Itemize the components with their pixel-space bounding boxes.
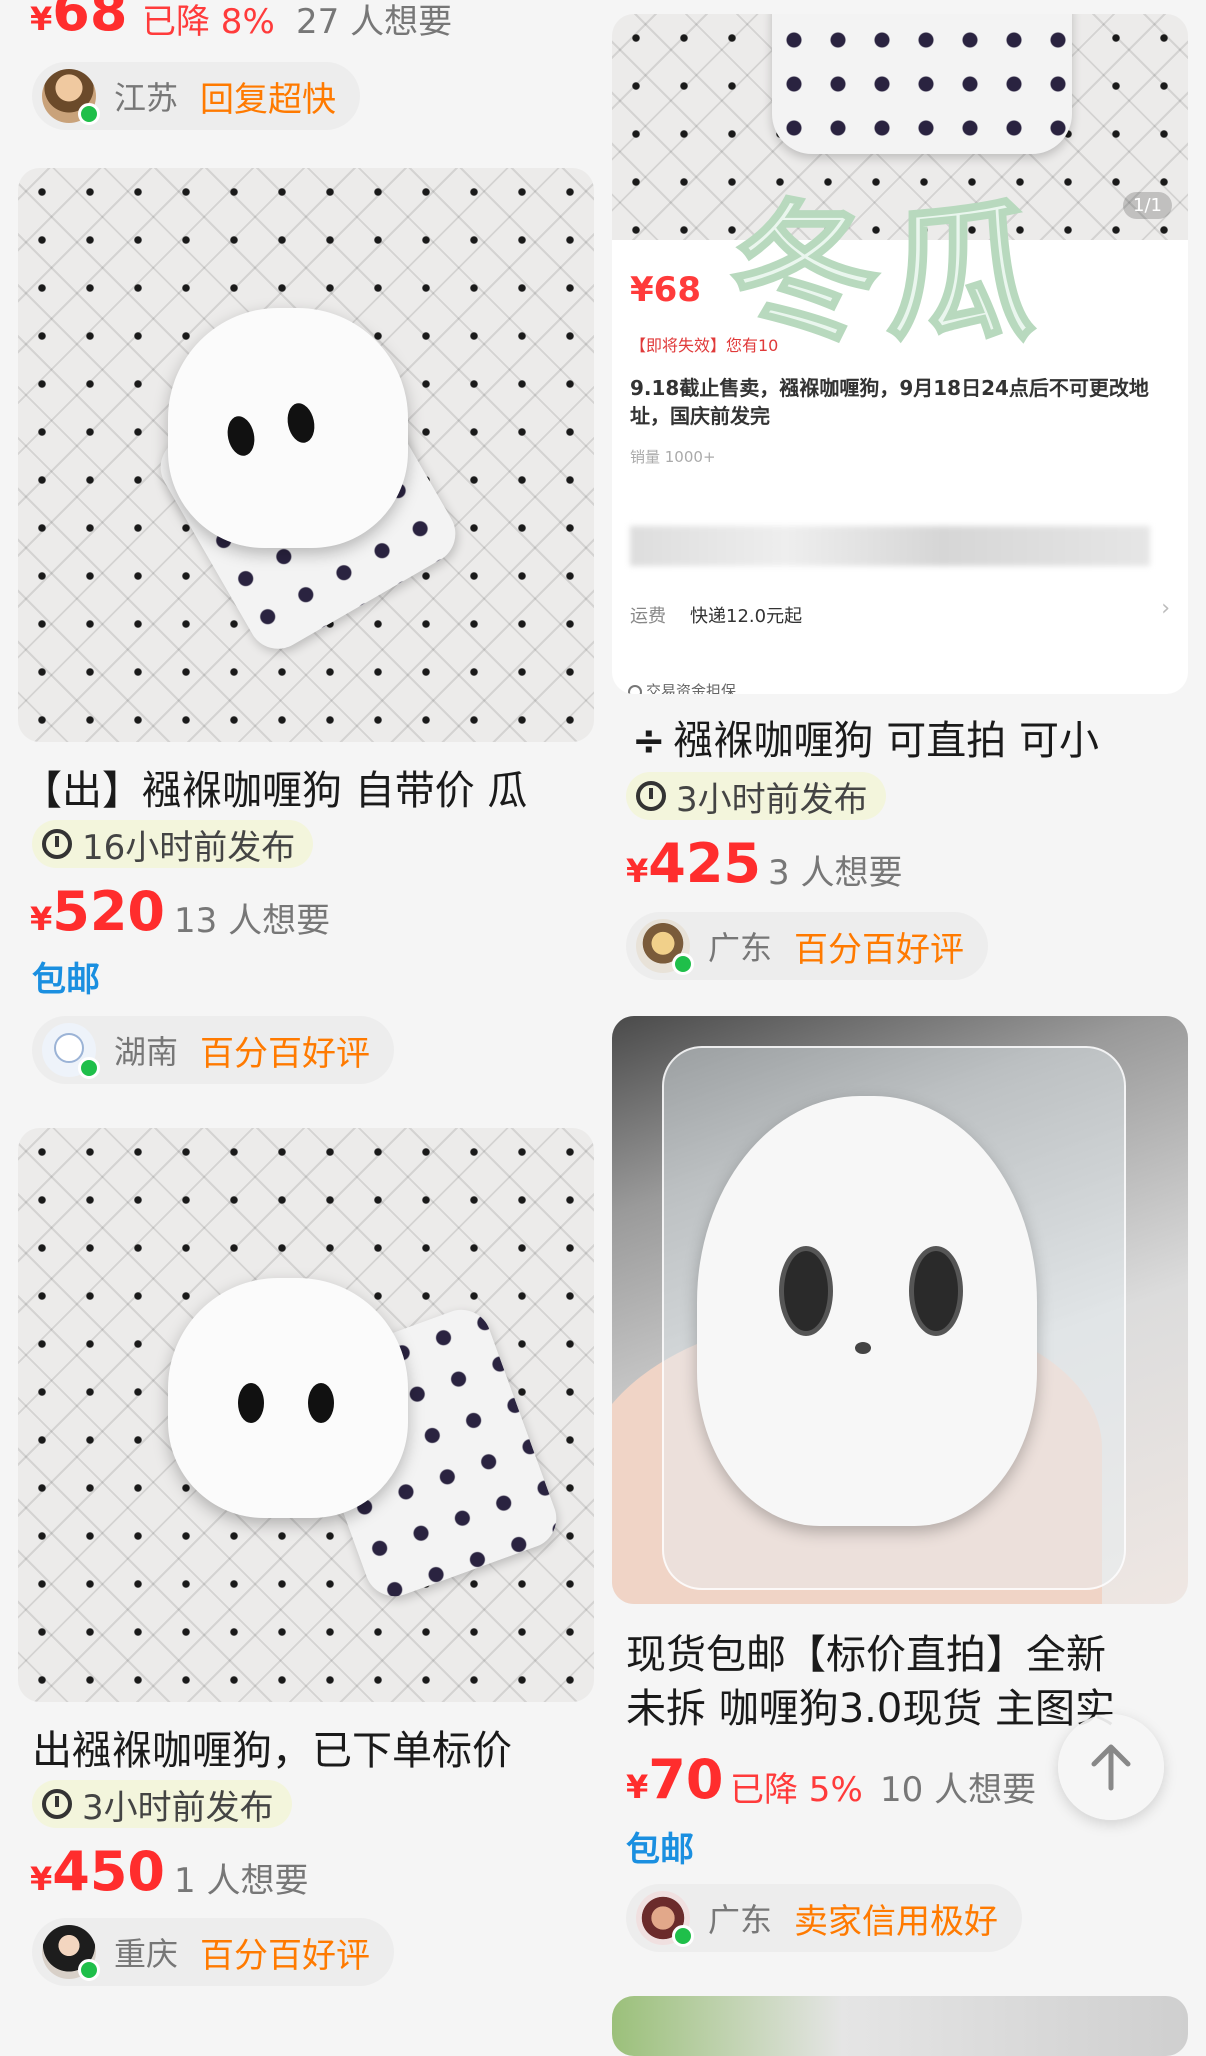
want-count: 10 人想要 [880, 1770, 1037, 1810]
price-drop: 已降 8% [142, 2, 275, 42]
price-value: 450 [52, 1840, 165, 1903]
seller-tag: 百分百好评 [794, 929, 965, 970]
product-title-line1[interactable]: 现货包邮【标价直拍】全新 [626, 1622, 1188, 1680]
seller-tag: 百分百好评 [200, 1935, 371, 1976]
blanket-decoration [772, 14, 1072, 154]
online-indicator [672, 1925, 694, 1947]
guarantee-label: 交易资金担保 [628, 680, 736, 694]
plush-nose [855, 1342, 871, 1354]
publish-time-text: 3小时前发布 [676, 779, 868, 820]
top-price: ¥68 [30, 0, 127, 43]
seller-tag: 卖家信用极好 [794, 1901, 999, 1942]
price-value: 70 [648, 1748, 724, 1811]
plush-eye [909, 1246, 963, 1336]
product-price: ¥520 [30, 880, 165, 943]
avatar [636, 1891, 694, 1947]
online-indicator [78, 103, 100, 125]
price-value: 425 [648, 832, 761, 895]
want-count: 27 人想要 [296, 2, 453, 42]
publish-time-text: 16小时前发布 [82, 827, 296, 868]
online-indicator [78, 1959, 100, 1981]
clock-icon [42, 829, 72, 859]
seller-chip[interactable]: 广东 百分百好评 [626, 912, 989, 980]
currency-symbol: ¥ [30, 0, 53, 38]
currency-symbol: ¥ [626, 1768, 649, 1806]
want-count: 13 人想要 [174, 901, 331, 941]
product-image[interactable] [612, 1016, 1188, 1604]
back-to-top-button[interactable] [1058, 1714, 1164, 1820]
seller-region: 广东 [708, 929, 773, 967]
divide-icon: ÷ [632, 718, 666, 764]
product-title[interactable]: ÷ 襁褓咖喱狗 可直拍 可小 [632, 708, 1188, 766]
publish-time: 16小时前发布 [32, 820, 314, 868]
product-price: ¥425 [626, 832, 761, 895]
product-price: ¥70 [626, 1748, 723, 1811]
want-count: 3 人想要 [768, 853, 903, 893]
chevron-right-icon: › [1161, 596, 1170, 621]
currency-symbol: ¥ [30, 900, 53, 938]
currency-symbol: ¥ [30, 1860, 53, 1898]
seller-chip[interactable]: 江苏 回复超快 [32, 62, 361, 130]
seller-region: 重庆 [114, 1935, 179, 1973]
publish-time-text: 3小时前发布 [82, 1787, 274, 1828]
seller-tag: 百分百好评 [200, 1033, 371, 1074]
page-indicator: 1/1 [1123, 192, 1172, 219]
clock-icon [42, 1789, 72, 1819]
price-value: 68 [52, 0, 128, 43]
avatar [42, 69, 100, 125]
plush-eye [284, 400, 318, 446]
plush-toy [168, 308, 408, 548]
plush-eye [779, 1246, 833, 1336]
seller-region: 江苏 [114, 79, 179, 117]
seller-chip[interactable]: 广东 卖家信用极好 [626, 1884, 1023, 1952]
product-image[interactable] [18, 168, 594, 742]
seller-tag: 回复超快 [200, 79, 337, 120]
avatar [42, 1023, 100, 1079]
blurred-block [630, 526, 1150, 566]
seller-region: 湖南 [114, 1033, 179, 1071]
plush-eye [308, 1383, 334, 1423]
seller-chip[interactable]: 湖南 百分百好评 [32, 1016, 395, 1084]
plush-toy [697, 1096, 1037, 1526]
avatar [42, 1925, 100, 1981]
online-indicator [78, 1057, 100, 1079]
product-image[interactable] [18, 1128, 594, 1702]
price-drop: 已降 5% [730, 1770, 863, 1810]
inner-sales: 销量 1000+ [630, 448, 716, 466]
publish-time: 3小时前发布 [32, 1780, 292, 1828]
inner-price: ¥68 [630, 270, 701, 310]
avatar [636, 919, 694, 975]
product-price: ¥450 [30, 1840, 165, 1903]
plush-toy [168, 1278, 408, 1518]
seller-chip[interactable]: 重庆 百分百好评 [32, 1918, 395, 1986]
product-image[interactable]: 1/1 ¥68 【即将失效】您有10 9.18截止售卖，襁褓咖喱狗，9月18日2… [612, 14, 1188, 694]
arrow-up-icon [1091, 1744, 1131, 1791]
price-value: 520 [52, 880, 165, 943]
online-indicator [672, 953, 694, 975]
shipping-value: 快递12.0元起 [690, 606, 803, 627]
want-count: 1 人想要 [174, 1861, 309, 1901]
check-circle-icon [628, 685, 642, 694]
plush-eye [238, 1383, 264, 1423]
product-title[interactable]: 【出】襁褓咖喱狗 自带价 瓜 [22, 758, 594, 816]
currency-symbol: ¥ [626, 852, 649, 890]
free-shipping-label: 包邮 [626, 1830, 694, 1870]
publish-time: 3小时前发布 [626, 772, 886, 820]
next-product-image[interactable] [612, 1996, 1188, 2056]
free-shipping-label: 包邮 [32, 960, 100, 1000]
overlay-watermark-text: 冬瓜 [728, 184, 1043, 363]
product-title[interactable]: 出襁褓咖喱狗，已下单标价 [32, 1718, 594, 1776]
plush-eye [224, 413, 258, 459]
shipping-label: 运费 [630, 606, 666, 627]
clock-icon [636, 781, 666, 811]
seller-region: 广东 [708, 1901, 773, 1939]
inner-description: 9.18截止售卖，襁褓咖喱狗，9月18日24点后不可更改地址，国庆前发完 [630, 376, 1149, 428]
